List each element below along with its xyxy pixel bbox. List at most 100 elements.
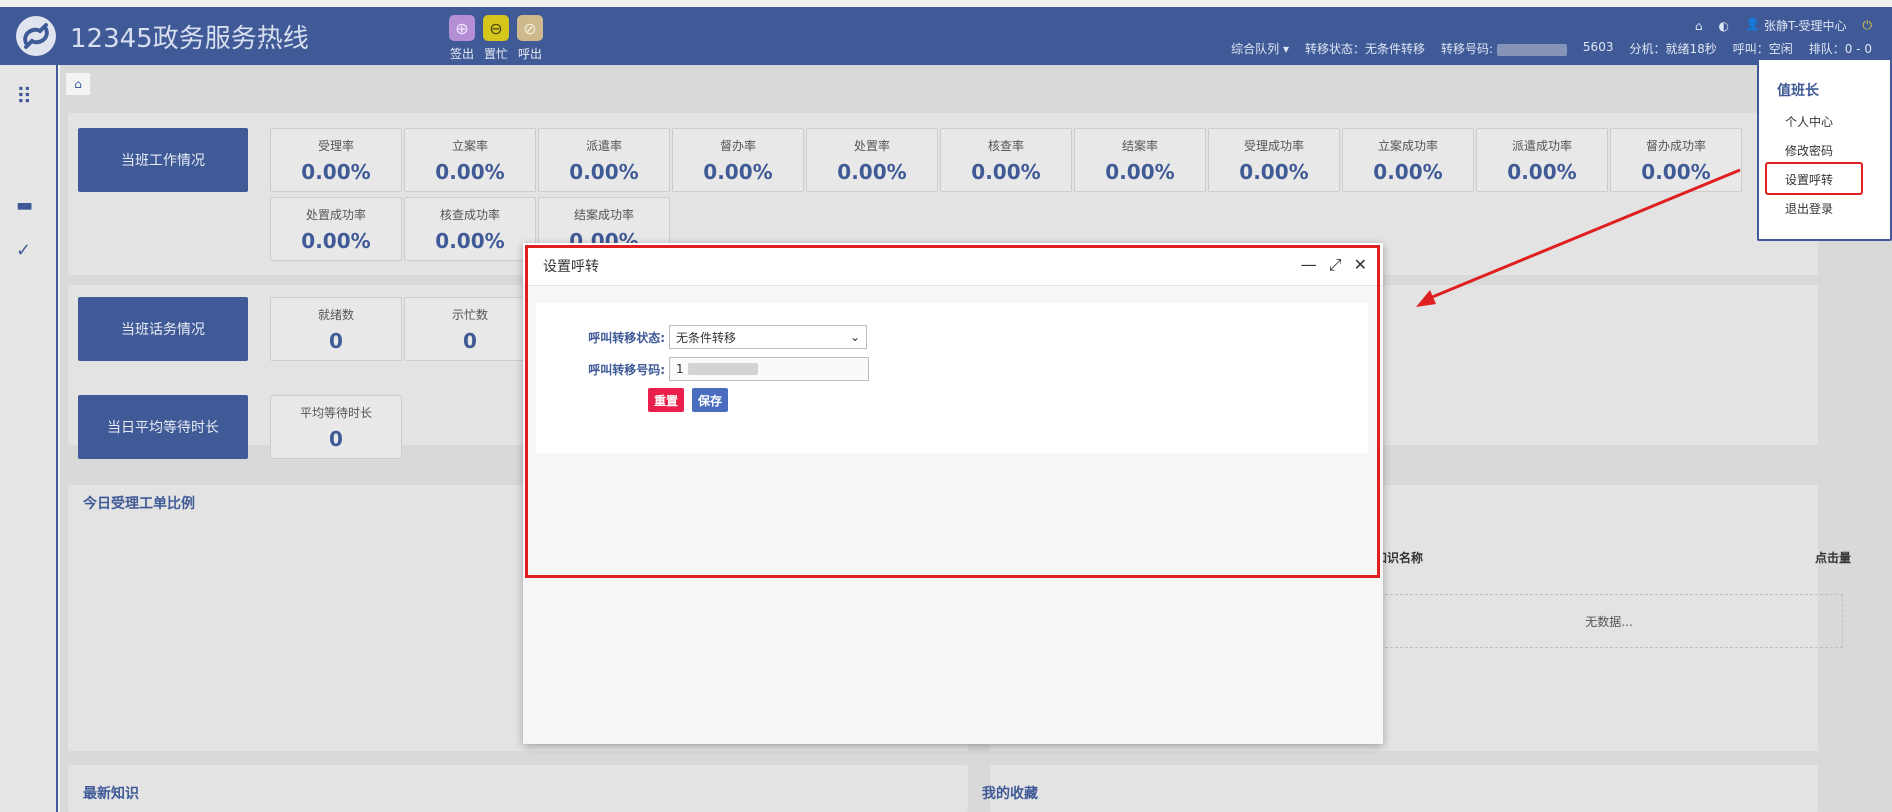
stat-ready: 就绪数 0 (270, 297, 402, 361)
stat-label: 结案率 (1121, 139, 1158, 153)
stat-value: 0.00% (971, 160, 1041, 184)
sign-out-icon: ⊕ (449, 15, 475, 41)
sign-out-label: 签出 (449, 47, 474, 61)
call-out-icon: ⊘ (517, 15, 543, 41)
logo-icon (16, 16, 56, 56)
stat-value: 0.00% (703, 160, 773, 184)
stat-value: 0.00% (1105, 160, 1175, 184)
stat-card: 结案率 0.00% (1074, 128, 1206, 192)
stat-value: 0.00% (435, 160, 505, 184)
stat-card: 派遣率 0.00% (538, 128, 670, 192)
stat-card: 受理成功率 0.00% (1208, 128, 1340, 192)
status-label: 呼叫转移状态: (588, 330, 665, 345)
number-input[interactable]: 1 (669, 357, 869, 381)
stat-label: 处置成功率 (305, 208, 366, 222)
redacted-number (1496, 43, 1567, 56)
header-actions: ⊕ 签出 ⊖ 置忙 ⊘ 呼出 (448, 15, 544, 62)
stat-card: 受理率 0.00% (270, 128, 402, 192)
theme-icon[interactable]: ◐ (1719, 19, 1729, 33)
latest-title: 最新知识 (83, 786, 139, 802)
transfer-number: 转移号码: (1441, 40, 1567, 57)
dialog-titlebar: 设置呼转 — ⤢ ✕ (523, 243, 1383, 286)
call-out-button[interactable]: ⊘ 呼出 (516, 15, 544, 62)
status-value: 无条件转移 (676, 330, 737, 345)
brand: 12345政务服务热线 (14, 13, 309, 59)
user-dropdown: 值班长 个人中心 修改密码 设置呼转 退出登录 (1757, 58, 1892, 241)
work-label: 当班工作情况 (78, 128, 248, 192)
wait-label: 当日平均等待时长 (78, 395, 248, 459)
stat-value: 0.00% (301, 160, 371, 184)
home-tab-icon: ⌂ (74, 77, 82, 91)
stat-label: 立案率 (451, 139, 488, 153)
stat-card: 立案率 0.00% (404, 128, 536, 192)
transfer-state: 转移状态：无条件转移 (1305, 42, 1426, 56)
apps-grid-icon[interactable]: ⠿ (16, 85, 32, 110)
favorites-title: 我的收藏 (982, 786, 1038, 802)
call-out-label: 呼出 (517, 47, 542, 61)
maximize-icon[interactable]: ⤢ (1329, 255, 1342, 275)
stat-value: 0.00% (435, 229, 505, 253)
save-button[interactable]: 保存 (692, 388, 729, 412)
stat-label: 受理成功率 (1243, 139, 1304, 153)
button-row: 重置 保存 (648, 388, 729, 412)
stat-label: 督办率 (719, 139, 756, 153)
stat-card: 处置成功率 0.00% (270, 197, 402, 261)
no-data: 无数据... (1375, 594, 1843, 648)
stat-label: 派遣率 (585, 139, 622, 153)
extension: 5603 (1582, 40, 1614, 54)
power-icon[interactable]: ⏻ (1863, 18, 1873, 33)
stat-value: 0.00% (301, 229, 371, 253)
check-icon[interactable]: ✓ (16, 240, 31, 261)
sidebar: ⠿ ▬ ✓ (0, 65, 58, 812)
status-row: 呼叫转移状态: 无条件转移 ⌄ (536, 325, 867, 349)
stat-label: 核查成功率 (439, 208, 500, 222)
stat-value: 0.00% (837, 160, 907, 184)
sign-out-button[interactable]: ⊕ 签出 (448, 15, 476, 62)
dialog-controls: — ⤢ ✕ (1301, 255, 1367, 275)
busy-button[interactable]: ⊖ 置忙 (482, 15, 510, 62)
stat-value: 0.00% (1239, 160, 1309, 184)
number-value: 1 (676, 362, 684, 376)
stat-card: 督办率 0.00% (672, 128, 804, 192)
latest-panel (68, 765, 968, 812)
user-menu[interactable]: 👤 张静T-受理中心 (1745, 17, 1847, 34)
number-row: 呼叫转移号码: 1 (536, 357, 869, 381)
app-title: 12345政务服务热线 (70, 23, 309, 54)
dialog-body: 呼叫转移状态: 无条件转移 ⌄ 呼叫转移号码: 1 重置 保存 (536, 303, 1368, 453)
favorites-panel (990, 765, 1818, 812)
reset-button[interactable]: 重置 (648, 388, 685, 412)
stat-card: 核查成功率 0.00% (404, 197, 536, 261)
stat-label: 处置率 (853, 139, 890, 153)
top-header: 12345政务服务热线 ⊕ 签出 ⊖ 置忙 ⊘ 呼出 ⌂ ◐ 👤 张静T-受理中… (0, 7, 1892, 65)
stat-label: 受理率 (317, 139, 354, 153)
redacted-number-input (687, 363, 758, 375)
home-tab[interactable]: ⌂ (66, 73, 90, 95)
queue-select[interactable]: 综合队列 ▾ (1231, 40, 1289, 57)
dropdown-header: 值班长 (1777, 83, 1819, 99)
dialog-title: 设置呼转 (543, 259, 599, 275)
close-icon[interactable]: ✕ (1354, 255, 1367, 275)
user-name: 张静T-受理中心 (1763, 19, 1847, 33)
highlight-box (1765, 162, 1863, 195)
col-clicks: 点击量 (1815, 551, 1852, 565)
call-status: 呼叫：空闲 (1732, 42, 1793, 56)
home-icon[interactable]: ⌂ (1695, 19, 1703, 33)
status-select[interactable]: 无条件转移 ⌄ (669, 325, 867, 349)
stat-wait: 平均等待时长 0 (270, 395, 402, 459)
busy-label: 置忙 (483, 47, 508, 61)
stat-card: 核查率 0.00% (940, 128, 1072, 192)
agent-status: 分机：就绪18秒 (1629, 42, 1717, 56)
stat-card: 处置率 0.00% (806, 128, 938, 192)
ratio-title: 今日受理工单比例 (83, 496, 195, 512)
number-label: 呼叫转移号码: (588, 362, 665, 377)
stat-label: 结案成功率 (573, 208, 634, 222)
menu-logout[interactable]: 退出登录 (1785, 195, 1890, 224)
call-label: 当班话务情况 (78, 297, 248, 361)
annotation-arrow (1416, 168, 1741, 307)
menu-personal-center[interactable]: 个人中心 (1785, 108, 1890, 137)
chat-icon[interactable]: ▬ (16, 195, 33, 216)
stat-value: 0.00% (569, 160, 639, 184)
header-top-right: ⌂ ◐ 👤 张静T-受理中心 ⏻ (1695, 17, 1872, 34)
stat-label: 核查率 (987, 139, 1024, 153)
minimize-icon[interactable]: — (1301, 255, 1317, 275)
